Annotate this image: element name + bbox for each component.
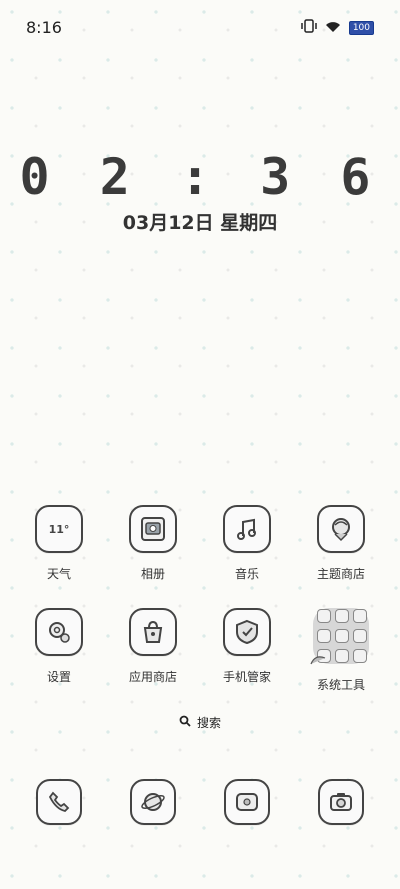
- app-label: 手机管家: [222, 670, 271, 684]
- settings-icon: [35, 608, 83, 656]
- theme-store-icon: [317, 505, 365, 553]
- home-search-button[interactable]: 搜索: [160, 710, 240, 734]
- dock-camera[interactable]: [294, 779, 388, 825]
- app-label: 音乐: [234, 567, 259, 581]
- camera-icon: [318, 779, 364, 825]
- wifi-icon: [325, 18, 341, 37]
- folder-decoration-icon: [310, 656, 326, 665]
- dock-browser[interactable]: [106, 779, 200, 825]
- folder-app-icon: [335, 649, 349, 663]
- app-store-icon: [129, 608, 177, 656]
- folder-app-icon: [335, 629, 349, 643]
- app-label: 设置: [46, 670, 71, 684]
- folder-app-icon: [353, 609, 367, 623]
- folder-app-icon: [317, 629, 331, 643]
- app-label: 相册: [140, 567, 165, 581]
- app-grid: 11° 天气 相册 音乐 主题商店 设置 应用商店 手机管家 系统工具: [12, 505, 388, 693]
- app-music[interactable]: 音乐: [200, 505, 294, 582]
- folder-app-icon: [353, 629, 367, 643]
- app-phone-manager[interactable]: 手机管家: [200, 608, 294, 693]
- app-label: 天气: [46, 567, 71, 581]
- messages-icon: [224, 779, 270, 825]
- folder-app-icon: [335, 609, 349, 623]
- music-icon: [223, 505, 271, 553]
- status-icons: 100: [301, 18, 374, 37]
- app-system-tools-folder[interactable]: 系统工具: [294, 608, 388, 693]
- folder-app-icon: [317, 609, 331, 623]
- weather-icon: 11°: [35, 505, 83, 553]
- app-label: 主题商店: [316, 567, 365, 581]
- browser-icon: [130, 779, 176, 825]
- dock-messages[interactable]: [200, 779, 294, 825]
- gallery-icon: [129, 505, 177, 553]
- phone-icon: [36, 779, 82, 825]
- dock: [12, 779, 388, 825]
- app-gallery[interactable]: 相册: [106, 505, 200, 582]
- app-theme-store[interactable]: 主题商店: [294, 505, 388, 582]
- status-time: 8:16: [26, 18, 62, 37]
- vibrate-icon: [301, 18, 317, 37]
- app-label: 应用商店: [128, 670, 177, 684]
- clock-widget-date[interactable]: 03月12日 星期四: [0, 208, 400, 235]
- weather-temperature: 11°: [48, 522, 70, 536]
- app-app-store[interactable]: 应用商店: [106, 608, 200, 693]
- dock-phone[interactable]: [12, 779, 106, 825]
- folder-icon: [310, 608, 369, 665]
- app-settings[interactable]: 设置: [12, 608, 106, 693]
- status-bar: 8:16 100: [0, 0, 400, 56]
- battery-icon: 100: [348, 20, 374, 35]
- phone-manager-icon: [223, 608, 271, 656]
- app-label: 系统工具: [316, 678, 365, 692]
- app-weather[interactable]: 11° 天气: [12, 505, 106, 582]
- clock-widget-time[interactable]: 0 2 : 3 6: [0, 148, 400, 206]
- folder-app-icon: [353, 649, 367, 663]
- search-icon: [179, 715, 191, 730]
- search-label: 搜索: [196, 715, 221, 730]
